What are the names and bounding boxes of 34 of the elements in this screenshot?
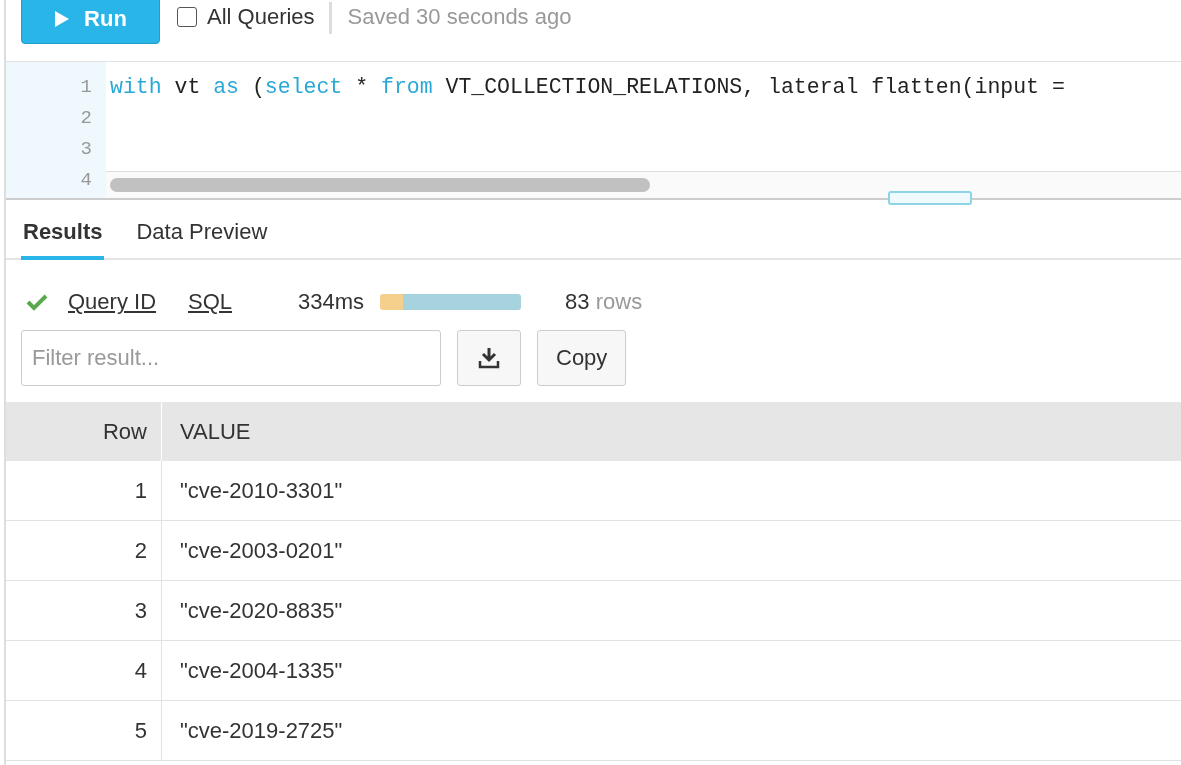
code-line: with vt as (select * from VT_COLLECTION_RELATIONS, lateral flatten(input =: [110, 75, 1065, 99]
table-cell: 4: [6, 641, 162, 700]
table-cell-text: "cve-2004-1335": [179, 656, 343, 685]
download-button[interactable]: [457, 330, 521, 386]
table-cell-text: "cve-2010-3301": [179, 476, 343, 505]
scrollbar-thumb[interactable]: [110, 178, 650, 192]
column-header[interactable]: VALUE: [162, 402, 251, 461]
line-number: 3: [79, 137, 93, 162]
checkbox-label[interactable]: All Queries: [207, 4, 315, 30]
filter-field[interactable]: Filter result...: [21, 330, 441, 386]
code-editor[interactable]: 1 2 3 4 with vt as (select * from VT_COLLECTION_RELATIONS, lateral flatten(input =: [6, 62, 1181, 200]
resize-handle[interactable]: [888, 191, 972, 205]
copy-button[interactable]: Copy: [537, 330, 627, 386]
duration: 334ms: [298, 289, 365, 315]
download-icon: [478, 347, 500, 369]
save-status: Saved 30 seconds ago: [347, 4, 572, 30]
table-cell-text: "cve-2020-8835": [179, 596, 343, 625]
table-cell-text: "cve-2019-2725": [179, 716, 343, 745]
table-cell: 1: [6, 461, 162, 520]
table-cell: 3: [6, 581, 162, 640]
all-queries-checkbox[interactable]: [177, 7, 197, 27]
link[interactable]: Query ID: [68, 289, 157, 315]
table-cell: 5: [6, 701, 162, 760]
line-number: 4: [79, 168, 93, 193]
results-tab[interactable]: Results: [21, 215, 105, 260]
table-cell-text: "cve-2003-0201": [179, 536, 343, 565]
results-tab[interactable]: Data Preview: [134, 215, 270, 260]
link[interactable]: SQL: [188, 289, 233, 315]
line-number: 2: [79, 106, 93, 131]
play-icon: [54, 10, 71, 28]
row-count: 83 rows: [565, 289, 643, 315]
line-number: 1: [79, 75, 93, 100]
table-cell: 2: [6, 521, 162, 580]
column-header[interactable]: Row: [6, 402, 162, 461]
